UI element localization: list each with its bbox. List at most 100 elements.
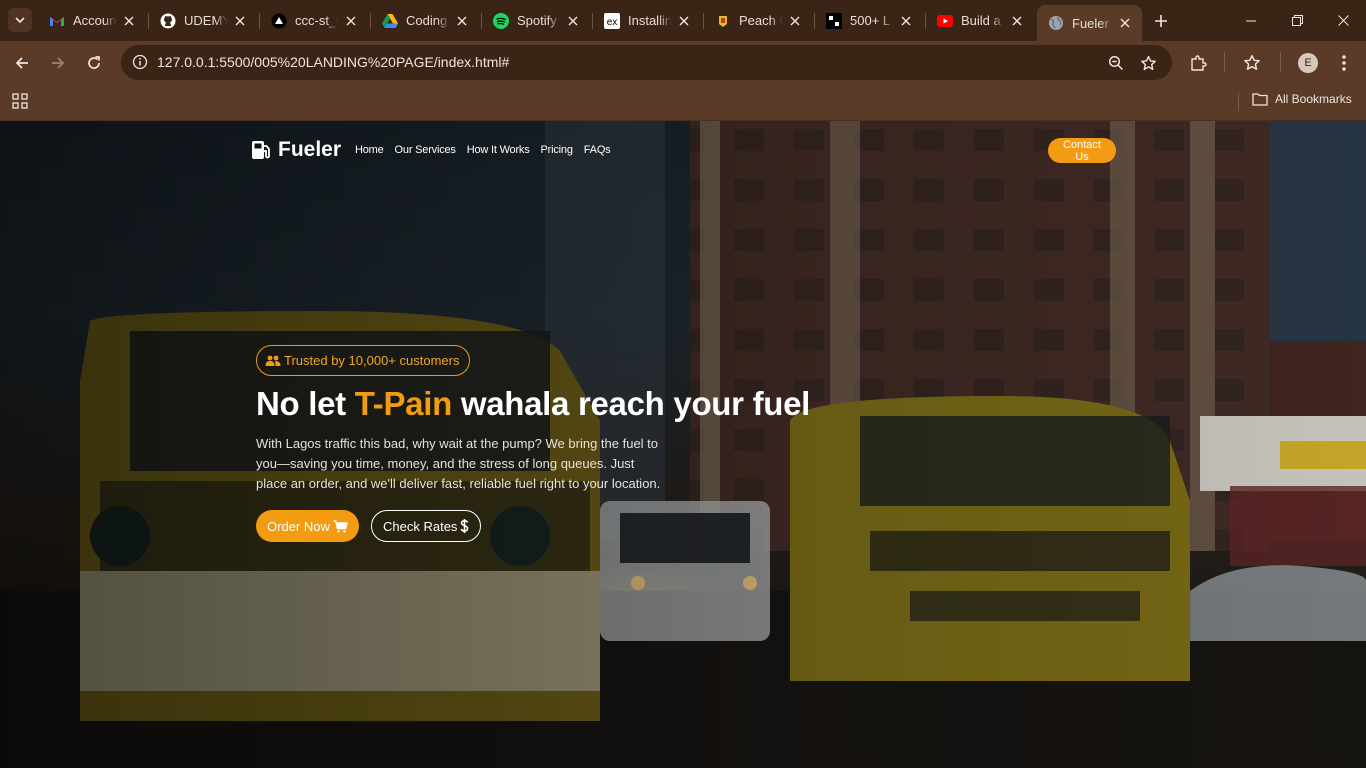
forward-button[interactable]: [46, 51, 70, 75]
tab-label: Fueler: [1072, 15, 1109, 31]
nav-link-how-it-works[interactable]: How It Works: [467, 144, 530, 156]
browser-tab[interactable]: 500+ L: [815, 6, 923, 35]
all-bookmarks-button[interactable]: All Bookmarks: [1252, 92, 1352, 106]
zoom-icon[interactable]: [1106, 53, 1126, 73]
browser-tab[interactable]: ccc-st_s: [260, 6, 368, 35]
spotify-icon: [493, 12, 509, 29]
restore-button[interactable]: [1274, 0, 1320, 41]
reload-icon: [88, 56, 100, 69]
browser-tab[interactable]: Accoun: [38, 6, 146, 35]
close-icon[interactable]: [1117, 15, 1133, 31]
close-icon[interactable]: [454, 13, 470, 29]
hero-description: With Lagos traffic this bad, why wait at…: [256, 436, 661, 491]
close-window-button[interactable]: [1320, 0, 1366, 41]
gmail-icon: [49, 13, 65, 29]
order-now-label: Order Now: [267, 518, 330, 534]
hero-section: Fueler Home Our Services How It Works Pr…: [0, 121, 1366, 768]
tab-label: 500+ L: [850, 13, 891, 28]
close-icon[interactable]: [343, 13, 359, 29]
nav-link-pricing[interactable]: Pricing: [541, 144, 573, 156]
tab-label: Coding: [406, 13, 448, 28]
more-menu-icon[interactable]: [1333, 52, 1355, 74]
site-logo[interactable]: Fueler: [250, 138, 341, 162]
globe-icon: [1048, 15, 1064, 31]
close-icon[interactable]: [898, 13, 914, 29]
back-button[interactable]: [10, 51, 34, 75]
url-text[interactable]: 127.0.0.1:5500/005%20LANDING%20PAGE/inde…: [157, 54, 509, 70]
order-now-button[interactable]: Order Now: [256, 510, 359, 542]
tab-label: Build a: [961, 13, 1001, 28]
address-bar[interactable]: 127.0.0.1:5500/005%20LANDING%20PAGE/inde…: [121, 45, 1172, 80]
browser-toolbar: 127.0.0.1:5500/005%20LANDING%20PAGE/inde…: [0, 41, 1366, 84]
reading-list-star-icon[interactable]: [1241, 52, 1263, 74]
logo-text: Fueler: [278, 138, 342, 161]
dollar-icon: [460, 519, 469, 533]
close-icon[interactable]: [787, 13, 803, 29]
shopping-cart-icon: [333, 519, 348, 532]
headline-accent: T-Pain: [354, 385, 453, 422]
apps-grid-icon[interactable]: [12, 93, 28, 109]
plus-icon: [1155, 15, 1167, 27]
restore-icon: [1291, 15, 1303, 26]
check-rates-label: Check Rates: [383, 518, 458, 534]
tab-label: UDEMY: [184, 13, 228, 28]
close-icon[interactable]: [1009, 13, 1025, 29]
browser-tab[interactable]: Build a: [926, 6, 1034, 35]
bookmark-star-icon[interactable]: [1138, 53, 1158, 73]
profile-avatar[interactable]: E: [1298, 53, 1318, 73]
hero-headline: No let T-Pain wahala reach your fuel: [256, 385, 810, 423]
all-bookmarks-label: All Bookmarks: [1275, 92, 1352, 106]
nav-link-faqs[interactable]: FAQs: [584, 144, 611, 156]
folder-icon: [1252, 93, 1268, 106]
browser-tab[interactable]: Coding: [371, 6, 479, 35]
minimize-button[interactable]: [1228, 0, 1274, 41]
tab-search-button[interactable]: [8, 8, 32, 32]
check-rates-button[interactable]: Check Rates: [371, 510, 482, 542]
close-icon[interactable]: [676, 13, 692, 29]
new-tab-button[interactable]: [1150, 10, 1172, 32]
browser-tab[interactable]: UDEMY: [149, 6, 257, 35]
tab-label: Installin: [628, 13, 672, 28]
tab-label: Spotify: [517, 13, 557, 28]
vercel-icon: [271, 13, 287, 29]
google-drive-icon: [382, 13, 398, 29]
fuel-pump-icon: [252, 141, 270, 159]
site-navbar: Fueler Home Our Services How It Works Pr…: [250, 138, 1116, 166]
minimize-icon: [1246, 20, 1256, 21]
chevron-down-icon: [15, 17, 25, 24]
close-icon: [1337, 15, 1349, 26]
tab-strip: Accoun UDEMY ccc-st_s Coding Spotify ex …: [0, 0, 1366, 41]
headline-part-1: No let: [256, 385, 355, 422]
headline-part-2: wahala reach your fuel: [451, 385, 811, 422]
arrow-right-icon: [52, 57, 65, 69]
nav-link-services[interactable]: Our Services: [395, 144, 456, 156]
contact-us-button[interactable]: Contact Us: [1048, 138, 1116, 163]
browser-tab[interactable]: Spotify: [482, 6, 590, 35]
browser-tab-active[interactable]: Fueler: [1037, 5, 1142, 41]
trust-badge: Trusted by 10,000+ customers: [256, 345, 471, 376]
ex-icon: ex: [604, 12, 620, 29]
close-icon[interactable]: [232, 13, 248, 29]
tab-label: ccc-st_s: [295, 13, 339, 28]
bookmarks-bar: All Bookmarks: [0, 84, 1366, 121]
nav-link-home[interactable]: Home: [355, 144, 384, 156]
extensions-icon[interactable]: [1187, 52, 1209, 74]
arrow-left-icon: [15, 57, 28, 69]
close-icon[interactable]: [121, 13, 137, 29]
browser-tab[interactable]: ex Installin: [593, 6, 701, 35]
svg-text:ex: ex: [607, 17, 618, 28]
tab-label: Peach C: [739, 13, 783, 28]
hero-dark-overlay: [0, 121, 1366, 768]
close-icon[interactable]: [565, 13, 581, 29]
trust-badge-text: Trusted by 10,000+ customers: [284, 353, 460, 368]
users-icon: [265, 355, 281, 366]
dark-site-icon: [826, 12, 842, 29]
tab-label: Accoun: [73, 13, 117, 28]
reload-button[interactable]: [82, 51, 106, 75]
nav-links: Home Our Services How It Works Pricing F…: [355, 144, 621, 156]
github-icon: [160, 13, 176, 29]
peach-icon: [715, 13, 731, 29]
site-info-icon[interactable]: [129, 51, 151, 73]
youtube-icon: [937, 13, 953, 29]
browser-tab[interactable]: Peach C: [704, 6, 812, 35]
